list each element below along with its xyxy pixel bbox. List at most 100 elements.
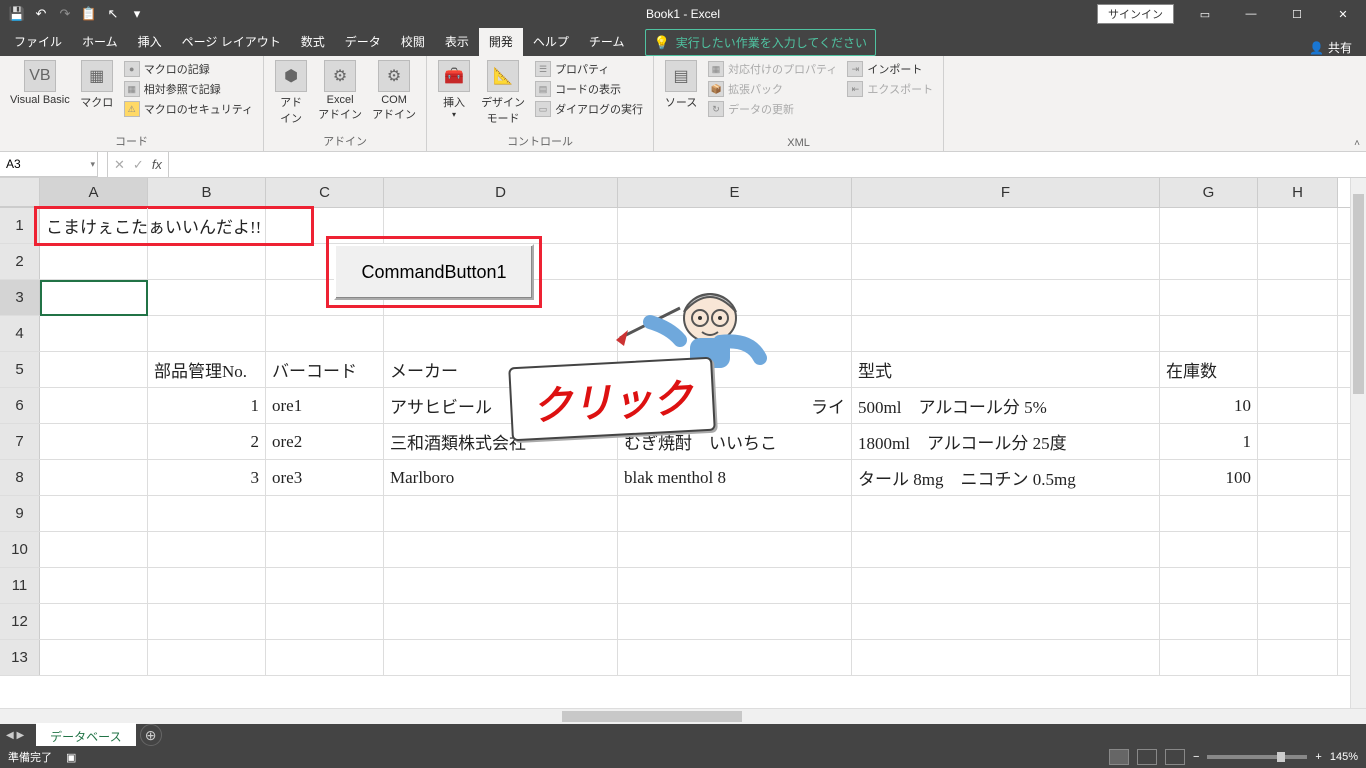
cell[interactable] bbox=[1258, 568, 1338, 603]
cell[interactable]: ore3 bbox=[266, 460, 384, 495]
cell[interactable] bbox=[1160, 208, 1258, 243]
cell[interactable] bbox=[384, 208, 618, 243]
zoom-slider[interactable] bbox=[1207, 755, 1307, 759]
addins-button[interactable]: ⬢アド イン bbox=[270, 58, 312, 128]
cell[interactable] bbox=[1160, 568, 1258, 603]
row-header[interactable]: 7 bbox=[0, 424, 40, 459]
tab-insert[interactable]: 挿入 bbox=[128, 28, 172, 56]
row-header[interactable]: 6 bbox=[0, 388, 40, 423]
cell[interactable] bbox=[148, 568, 266, 603]
cell[interactable] bbox=[148, 316, 266, 351]
cell[interactable] bbox=[148, 496, 266, 531]
row-header[interactable]: 4 bbox=[0, 316, 40, 351]
cell[interactable] bbox=[852, 280, 1160, 315]
run-dialog-button[interactable]: ▭ダイアログの実行 bbox=[531, 100, 647, 118]
cell[interactable] bbox=[1258, 640, 1338, 675]
cell[interactable]: タール 8mg ニコチン 0.5mg bbox=[852, 460, 1160, 495]
cell[interactable] bbox=[852, 316, 1160, 351]
cell[interactable] bbox=[618, 568, 852, 603]
touch-mode-icon[interactable]: 📋 bbox=[78, 3, 100, 25]
row-header[interactable]: 1 bbox=[0, 208, 40, 243]
properties-button[interactable]: ☰プロパティ bbox=[531, 60, 647, 78]
cell[interactable] bbox=[40, 388, 148, 423]
cell[interactable] bbox=[266, 640, 384, 675]
cell[interactable]: 2 bbox=[148, 424, 266, 459]
col-header-h[interactable]: H bbox=[1258, 178, 1338, 207]
cell[interactable]: メーカー bbox=[384, 352, 618, 387]
row-header[interactable]: 3 bbox=[0, 280, 40, 315]
cell[interactable] bbox=[384, 316, 618, 351]
com-addins-button[interactable]: ⚙COM アドイン bbox=[368, 58, 420, 124]
cell[interactable]: 1 bbox=[1160, 424, 1258, 459]
cell[interactable] bbox=[40, 244, 148, 279]
cell[interactable] bbox=[852, 532, 1160, 567]
cell[interactable] bbox=[148, 604, 266, 639]
cell[interactable] bbox=[1160, 244, 1258, 279]
cell[interactable] bbox=[852, 244, 1160, 279]
cell[interactable] bbox=[1258, 352, 1338, 387]
cell[interactable] bbox=[618, 208, 852, 243]
visual-basic-button[interactable]: VBVisual Basic bbox=[6, 58, 74, 108]
macro-record-icon[interactable]: ▣ bbox=[66, 751, 76, 764]
undo-icon[interactable]: ↶ bbox=[30, 3, 52, 25]
cell[interactable] bbox=[1160, 496, 1258, 531]
row-header[interactable]: 5 bbox=[0, 352, 40, 387]
cell-a1[interactable]: こまけぇこたぁいいんだよ!! bbox=[40, 208, 148, 243]
col-header-e[interactable]: E bbox=[618, 178, 852, 207]
scrollbar-thumb[interactable] bbox=[562, 711, 742, 722]
cell[interactable] bbox=[148, 280, 266, 315]
cell[interactable]: 1 bbox=[148, 388, 266, 423]
xml-source-button[interactable]: ▤ソース bbox=[660, 58, 702, 112]
row-header[interactable]: 13 bbox=[0, 640, 40, 675]
tab-file[interactable]: ファイル bbox=[4, 28, 72, 56]
cell[interactable] bbox=[1258, 496, 1338, 531]
cell[interactable] bbox=[852, 568, 1160, 603]
close-icon[interactable]: ✕ bbox=[1320, 0, 1366, 28]
row-header[interactable]: 9 bbox=[0, 496, 40, 531]
select-all-corner[interactable] bbox=[0, 178, 40, 207]
cell[interactable] bbox=[384, 496, 618, 531]
fx-icon[interactable]: fx bbox=[152, 157, 162, 172]
tab-developer[interactable]: 開発 bbox=[479, 28, 523, 56]
ribbon-options-icon[interactable]: ▭ bbox=[1182, 0, 1228, 28]
tab-team[interactable]: チーム bbox=[579, 28, 635, 56]
zoom-level[interactable]: 145% bbox=[1330, 751, 1358, 763]
row-header[interactable]: 2 bbox=[0, 244, 40, 279]
worksheet[interactable]: A B C D E F G H 1 こまけぇこたぁいいんだよ!! 2 3 4 5… bbox=[0, 178, 1366, 724]
cell[interactable] bbox=[384, 532, 618, 567]
record-macro-button[interactable]: ●マクロの記録 bbox=[120, 60, 257, 78]
cell[interactable]: バーコード bbox=[266, 352, 384, 387]
tab-home[interactable]: ホーム bbox=[72, 28, 128, 56]
cell[interactable]: 3 bbox=[148, 460, 266, 495]
cell[interactable] bbox=[618, 496, 852, 531]
zoom-in-button[interactable]: + bbox=[1315, 751, 1321, 763]
cell[interactable] bbox=[1258, 532, 1338, 567]
col-header-a[interactable]: A bbox=[40, 178, 148, 207]
row-header[interactable]: 10 bbox=[0, 532, 40, 567]
cell[interactable] bbox=[266, 208, 384, 243]
cell[interactable]: ore2 bbox=[266, 424, 384, 459]
tab-help[interactable]: ヘルプ bbox=[523, 28, 579, 56]
cell[interactable] bbox=[40, 352, 148, 387]
add-sheet-button[interactable]: ⊕ bbox=[140, 724, 162, 746]
xml-export-button[interactable]: ⇤エクスポート bbox=[843, 80, 937, 98]
cell[interactable] bbox=[40, 460, 148, 495]
cell[interactable]: ore1 bbox=[266, 388, 384, 423]
cell[interactable] bbox=[40, 496, 148, 531]
cell[interactable] bbox=[1160, 280, 1258, 315]
cell[interactable] bbox=[384, 640, 618, 675]
redo-icon[interactable]: ↷ bbox=[54, 3, 76, 25]
cell[interactable]: Marlboro bbox=[384, 460, 618, 495]
col-header-g[interactable]: G bbox=[1160, 178, 1258, 207]
qat-more-icon[interactable]: ▾ bbox=[126, 3, 148, 25]
cell[interactable] bbox=[266, 532, 384, 567]
xml-expand-button[interactable]: 📦拡張パック bbox=[704, 80, 841, 98]
cell[interactable]: blak menthol 8 bbox=[618, 460, 852, 495]
cell[interactable]: アサヒビール bbox=[384, 388, 618, 423]
view-page-layout-icon[interactable] bbox=[1137, 749, 1157, 765]
share-button[interactable]: 👤 共有 bbox=[1295, 39, 1366, 56]
relative-ref-button[interactable]: ▦相対参照で記録 bbox=[120, 80, 257, 98]
cell[interactable] bbox=[1258, 424, 1338, 459]
cell[interactable] bbox=[1160, 604, 1258, 639]
cell[interactable] bbox=[1258, 460, 1338, 495]
